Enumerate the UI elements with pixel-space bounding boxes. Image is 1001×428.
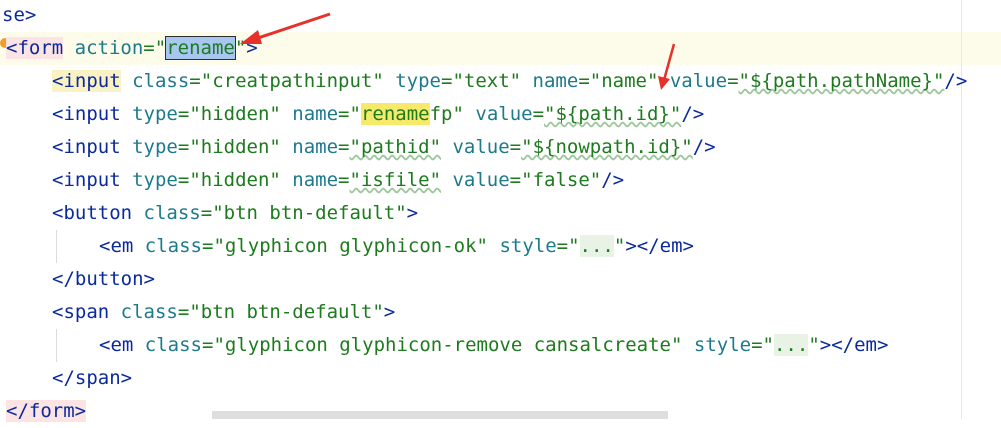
tag-end: /> (944, 70, 968, 92)
attr-name: type (395, 70, 441, 92)
search-match-highlight: rename (360, 103, 430, 125)
tag-end: ></em> (625, 235, 694, 257)
code-line-10[interactable]: <span class="btn btn-default"> (52, 296, 395, 329)
attr-value: "${nowpath.id}" (521, 136, 693, 158)
code-line-13[interactable]: </form> (6, 395, 87, 428)
attr-name: class (132, 70, 190, 92)
input-tag: <input (52, 103, 121, 125)
attr-value: "name" (589, 70, 659, 92)
attr-name: style (499, 235, 557, 257)
selected-text-rename[interactable]: rename (165, 36, 236, 60)
input-tag: <input (52, 169, 121, 191)
form-open-tag: <form (6, 37, 64, 59)
closing-tag: se> (2, 4, 37, 26)
attr-name: value (475, 103, 533, 125)
tag-end: /> (601, 169, 625, 191)
code-line-3[interactable]: <input class="creatpathinput" type="text… (52, 65, 967, 98)
tag-end: > (383, 301, 396, 323)
attr-value: "btn btn-default" (212, 202, 407, 224)
tag-end: ></em> (819, 334, 889, 356)
attr-name: type (132, 136, 178, 158)
tag-end: /> (681, 103, 705, 125)
code-line-1[interactable]: se> (2, 0, 36, 32)
attr-value: "glyphicon glyphicon-ok" (213, 235, 488, 257)
attr-value: "text" (452, 70, 522, 92)
attr-value: "btn btn-default" (189, 301, 384, 323)
attr-value: "glyphicon glyphicon-remove cansalcreate… (213, 334, 683, 356)
em-tag: <em (99, 334, 134, 356)
code-line-6[interactable]: <input type="hidden" name="isfile" value… (52, 164, 624, 197)
code-line-8[interactable]: <em class="glyphicon glyphicon-ok" style… (99, 230, 694, 263)
attr-value: "hidden" (189, 169, 281, 191)
attr-value: "creatpathinput" (200, 70, 384, 92)
indent-guide (56, 230, 57, 263)
attr-value: "${path.id}" (544, 103, 682, 125)
attr-name: name (292, 169, 339, 191)
attr-value: "isfile" (349, 169, 442, 191)
attr-name: class (120, 301, 178, 323)
attr-name: value (452, 169, 510, 191)
code-line-11[interactable]: <em class="glyphicon glyphicon-remove ca… (99, 329, 888, 362)
attr-value: "${path.pathName}" (738, 70, 945, 92)
attr-value: "hidden" (189, 103, 281, 125)
closing-tag: </span> (52, 367, 133, 389)
code-line-12[interactable]: </span> (52, 362, 132, 395)
attr-name: class (144, 235, 202, 257)
horizontal-scrollbar[interactable] (212, 411, 668, 419)
input-tag: <input (52, 70, 121, 92)
span-tag: <span (52, 301, 110, 323)
tag-end: /> (692, 136, 716, 158)
em-tag: <em (99, 235, 134, 257)
attr-value: "pathid" (349, 136, 442, 158)
input-tag: <input (52, 136, 121, 158)
attr-value: "hidden" (189, 136, 281, 158)
folded-region[interactable]: ... (773, 334, 809, 356)
button-tag: <button (52, 202, 133, 224)
attr-name: type (132, 103, 178, 125)
attr-name: action (74, 37, 144, 59)
attr-name: type (132, 169, 178, 191)
attr-name: name (292, 103, 339, 125)
attr-eq: =" (143, 37, 167, 59)
tag-end: > (406, 202, 419, 224)
code-line-2[interactable]: <form action="rename"> (6, 32, 258, 65)
code-line-5[interactable]: <input type="hidden" name="pathid" value… (52, 131, 716, 164)
attr-name: class (143, 202, 201, 224)
attr-name: value (452, 136, 510, 158)
code-line-4[interactable]: <input type="hidden" name="renamefp" val… (52, 98, 704, 131)
folded-region[interactable]: ... (579, 235, 614, 257)
right-margin-guide (961, 0, 962, 419)
attr-name: style (693, 334, 752, 356)
code-line-7[interactable]: <button class="btn btn-default"> (52, 197, 418, 230)
attr-name: name (532, 70, 579, 92)
red-arrow-icon (658, 43, 676, 90)
attr-name: class (144, 334, 202, 356)
code-line-9[interactable]: </button> (52, 263, 155, 296)
red-arrow-icon (240, 12, 331, 44)
indent-guide (56, 329, 57, 362)
attr-name: name (292, 136, 339, 158)
attr-value: "false" (521, 169, 602, 191)
closing-tag: </button> (52, 268, 155, 290)
